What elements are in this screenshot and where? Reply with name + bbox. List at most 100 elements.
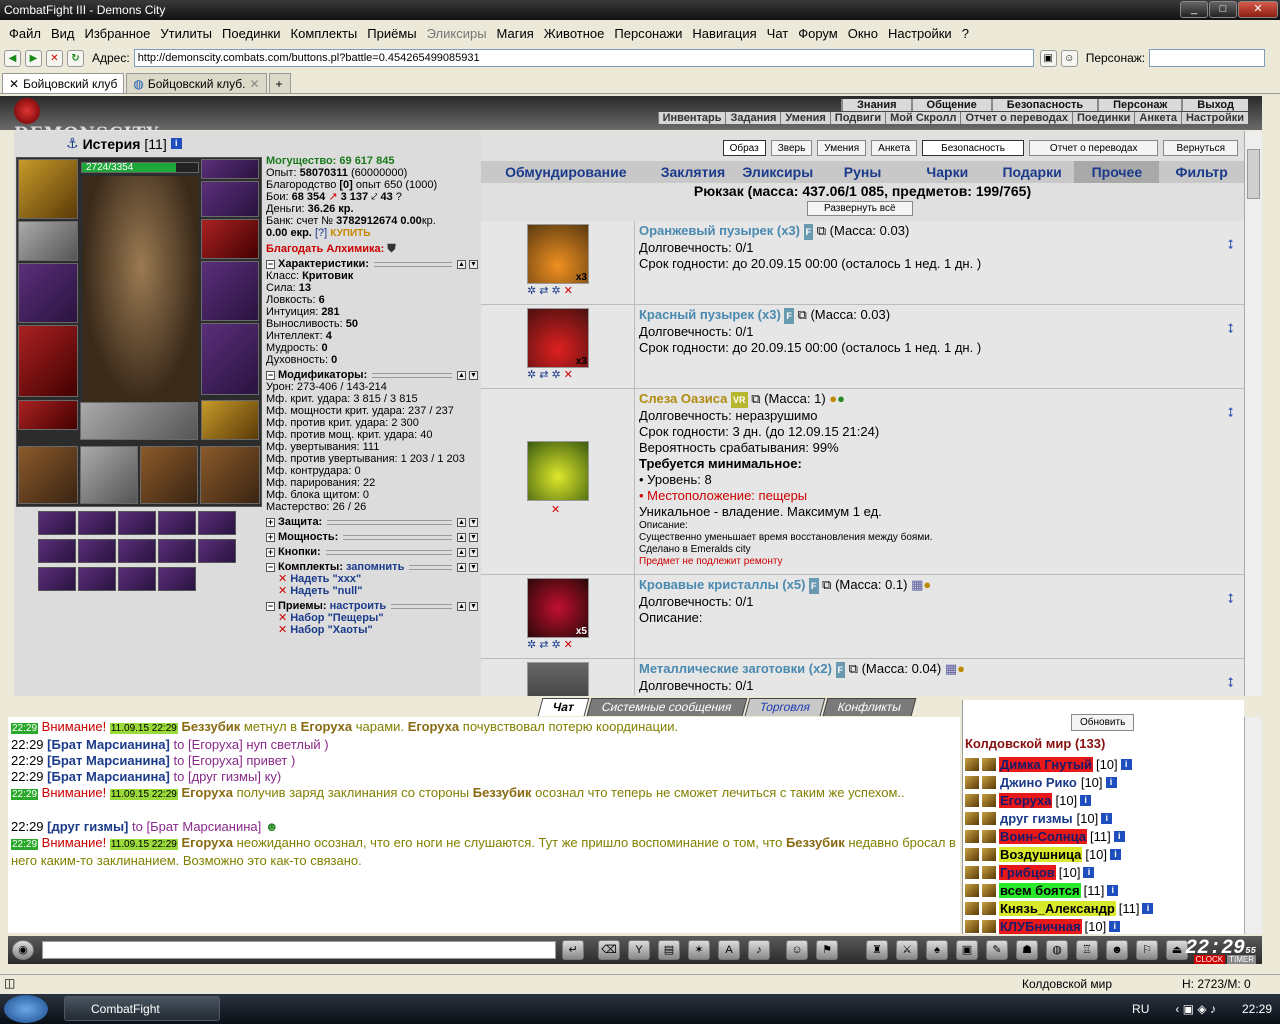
shield-slot[interactable] (201, 261, 259, 321)
close-icon[interactable]: ✕ (9, 77, 19, 91)
use-icon[interactable]: ✲ (527, 368, 536, 381)
nav-transfer-report[interactable]: Отчет о переводах (960, 112, 1072, 124)
user-row[interactable]: Воздушница [10] i (965, 845, 1243, 863)
tray-icons[interactable]: ‹ ▣ ◈ ♪ (1175, 1002, 1216, 1016)
save-icon[interactable]: ▤ (658, 940, 680, 960)
castle-icon[interactable]: ♖ (1076, 940, 1098, 960)
info-icon[interactable]: i (1083, 866, 1095, 878)
tab-charms[interactable]: Чарки (905, 161, 990, 183)
security-button[interactable]: Безопасность (922, 140, 1024, 156)
user-row[interactable]: Князь_Александр [11] i (965, 899, 1243, 917)
return-button[interactable]: Вернуться (1163, 140, 1238, 156)
language-indicator[interactable]: RU (1132, 1002, 1149, 1016)
menu-favorites[interactable]: Избранное (80, 26, 156, 41)
legs-slot[interactable] (201, 323, 259, 395)
stack-icon[interactable]: ✲ (551, 638, 560, 651)
beast-button[interactable]: Зверь (770, 140, 813, 156)
helmet-slot[interactable] (18, 159, 78, 219)
tab-conflicts[interactable]: Конфликты (822, 698, 917, 716)
info-icon[interactable]: i (1120, 758, 1132, 770)
send-icon[interactable]: ↵ (562, 940, 584, 960)
bag-slot-1[interactable] (18, 446, 78, 504)
people-icon[interactable]: ☻ (1106, 940, 1128, 960)
info-icon[interactable]: i (1101, 812, 1113, 824)
profile-button[interactable]: Анкета (871, 140, 918, 156)
nav-knowledge[interactable]: Знания (841, 99, 911, 111)
menu-elixirs[interactable]: Эликсиры (422, 26, 492, 41)
user-row[interactable]: друг гизмы [10] i (965, 809, 1243, 827)
nav-duels[interactable]: Поединки (1071, 112, 1135, 124)
belt-item[interactable] (38, 539, 76, 563)
chat-author[interactable]: [Брат Марсианина] (47, 769, 170, 784)
scroll-thumb[interactable] (1247, 149, 1260, 199)
section-skills[interactable]: − Приемы: настроить ▲ ▼ (266, 600, 478, 612)
smiles-icon[interactable]: ☺ (786, 940, 808, 960)
armor-slot[interactable] (18, 325, 78, 397)
menu-help[interactable]: ? (957, 26, 974, 41)
bracers-slot[interactable] (18, 221, 78, 261)
nav-quests[interactable]: Задания (725, 112, 781, 124)
section-modifiers[interactable]: − Модификаторы: ▲ ▼ (266, 369, 478, 381)
item-name[interactable]: Слеза Оазиса (639, 391, 727, 406)
info-icon[interactable]: i (1107, 884, 1119, 896)
transfer-icon[interactable]: ⇄ (539, 368, 548, 381)
nav-profile[interactable]: Анкета (1134, 112, 1181, 124)
flag-icon[interactable]: ⚐ (1136, 940, 1158, 960)
user-row[interactable]: Егоруха [10] i (965, 791, 1243, 809)
address-input[interactable] (133, 49, 1034, 67)
section-sets[interactable]: − Комплекты: запомнить ▲ ▼ (266, 561, 478, 573)
section-protection[interactable]: + Защита: ▲ ▼ (266, 516, 478, 528)
tab-gifts[interactable]: Подарки (990, 161, 1075, 183)
inventory-scrollbar[interactable] (1244, 131, 1262, 696)
globe-icon[interactable]: ◍ (1046, 940, 1068, 960)
chat-author[interactable]: [Брат Марсианина] (47, 737, 170, 752)
menu-window[interactable]: Окно (843, 26, 883, 41)
delete-icon[interactable]: ✕ (564, 284, 573, 297)
weapon-slot[interactable] (18, 263, 78, 323)
menu-file[interactable]: Файл (4, 26, 46, 41)
user-row[interactable]: Воин-Солнца [11] i (965, 827, 1243, 845)
menu-magic[interactable]: Магия (492, 26, 539, 41)
delete-icon[interactable]: ✕ (564, 638, 573, 651)
bag-slot-3[interactable] (140, 446, 198, 504)
eraser-icon[interactable]: ⌫ (598, 940, 620, 960)
belt-item[interactable] (158, 539, 196, 563)
close-button[interactable]: ✕ (1238, 1, 1278, 18)
bag-slot-4[interactable] (200, 446, 260, 504)
delete-icon[interactable]: ✕ (564, 368, 573, 381)
belt-item[interactable] (198, 511, 236, 535)
amulet-slot[interactable] (201, 181, 259, 217)
forward-icon[interactable]: ▶ (25, 49, 42, 67)
chest-icon[interactable]: ▣ (956, 940, 978, 960)
users-icon[interactable]: ☺ (1060, 49, 1078, 67)
expand-all-button[interactable]: Развернуть всё (807, 201, 913, 216)
item-name[interactable]: Оранжевый пузырек (x3) (639, 223, 800, 238)
belt-slot[interactable] (18, 400, 78, 430)
move-arrow-icon[interactable]: ⭥ (1227, 237, 1234, 253)
chat-author[interactable]: [друг гизмы] (47, 819, 128, 834)
user-row[interactable]: Джино Рико [10] i (965, 773, 1243, 791)
info-icon[interactable]: i (170, 138, 182, 149)
info-icon[interactable]: i (1080, 794, 1092, 806)
skill-set-item[interactable]: ✕ Набор "Хаоты" (266, 624, 478, 636)
belt-item[interactable] (78, 511, 116, 535)
nav-inventory[interactable]: Инвентарь (657, 112, 726, 124)
clock-label[interactable]: CLOCK (1193, 955, 1226, 964)
nav-security[interactable]: Безопасность (990, 99, 1098, 111)
user-row[interactable]: Грибцов [10] i (965, 863, 1243, 881)
menu-sets[interactable]: Комплекты (286, 26, 363, 41)
delete-icon[interactable]: ✕ (551, 503, 560, 516)
user-row[interactable]: всем боятся [11] i (965, 881, 1243, 899)
tab-filter[interactable]: Фильтр (1159, 161, 1244, 183)
info-icon[interactable]: i (1105, 776, 1117, 788)
back-icon[interactable]: ◀ (4, 49, 21, 67)
item-name[interactable]: Красный пузырек (x3) (639, 307, 781, 322)
move-arrow-icon[interactable]: ⭥ (1227, 591, 1234, 607)
info-icon[interactable]: i (1110, 848, 1122, 860)
new-tab-button[interactable]: + (268, 73, 291, 93)
potion-icon[interactable]: ♠ (926, 940, 948, 960)
user-row[interactable]: КЛУБничная [10] i (965, 917, 1243, 934)
tab-spells[interactable]: Заклятия (651, 161, 736, 183)
ring-slots[interactable] (80, 402, 198, 440)
translit-icon[interactable]: A (718, 940, 740, 960)
